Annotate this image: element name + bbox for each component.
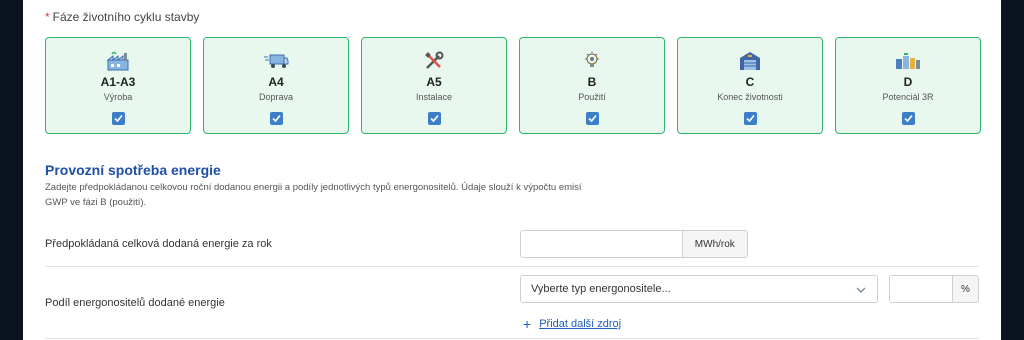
warehouse-icon	[739, 50, 761, 72]
share-percent-group: %	[889, 275, 979, 303]
phase-checkbox[interactable]	[269, 112, 283, 125]
phase-card-a5[interactable]: A5 Instalace	[361, 37, 507, 134]
phase-card-a4[interactable]: A4 Doprava	[203, 37, 349, 134]
phase-code: A1-A3	[100, 75, 136, 89]
phase-code: A4	[268, 75, 284, 89]
phase-code: D	[903, 75, 913, 89]
tools-icon	[424, 50, 444, 72]
check-icon	[745, 114, 755, 123]
carrier-select[interactable]: Vyberte typ energonositele...	[520, 275, 878, 303]
phase-code: A5	[426, 75, 442, 89]
share-percent-input[interactable]	[890, 276, 952, 302]
phase-name: Instalace	[415, 92, 453, 102]
phases-label-text: Fáze životního cyklu stavby	[52, 10, 200, 24]
carrier-share-label: Podíl energonositelů dodané energie	[45, 297, 225, 309]
row-divider	[45, 266, 979, 267]
lightbulb-icon	[583, 50, 601, 72]
phase-card-d[interactable]: D Potenciál 3R	[835, 37, 981, 134]
phase-checkbox[interactable]	[427, 112, 441, 125]
phase-cards: A1-A3 Výroba A4 Doprava A5 Instalace B P…	[45, 37, 981, 134]
truck-icon	[263, 50, 289, 72]
total-energy-group: MWh/rok	[520, 230, 748, 258]
phase-checkbox[interactable]	[901, 112, 915, 125]
phase-checkbox[interactable]	[111, 112, 125, 125]
add-source-label: Přidat další zdroj	[539, 318, 622, 330]
check-icon	[587, 114, 597, 123]
share-percent-unit: %	[952, 276, 978, 302]
required-mark: *	[45, 10, 50, 24]
factory-icon	[106, 50, 130, 72]
phase-card-c[interactable]: C Konec životnosti	[677, 37, 823, 134]
chevron-down-icon	[856, 287, 866, 293]
row-divider-bottom	[45, 338, 979, 339]
section-description: Zadejte předpokládanou celkovou roční do…	[45, 182, 582, 208]
phase-name: Potenciál 3R	[882, 92, 934, 102]
total-energy-label: Předpokládaná celková dodaná energie za …	[45, 238, 272, 250]
phase-card-a1-a3[interactable]: A1-A3 Výroba	[45, 37, 191, 134]
plus-icon: +	[523, 316, 532, 332]
phase-code: B	[587, 75, 597, 89]
check-icon	[271, 114, 281, 123]
total-energy-input[interactable]	[521, 231, 682, 257]
check-icon	[113, 114, 123, 123]
recycle-containers-icon	[895, 50, 921, 72]
phase-name: Doprava	[258, 92, 294, 102]
phases-label: * Fáze životního cyklu stavby	[45, 10, 199, 24]
phase-name: Použití	[578, 92, 606, 102]
phase-name: Výroba	[103, 92, 133, 102]
carrier-select-placeholder: Vyberte typ energonositele...	[531, 283, 671, 295]
add-source-link[interactable]: + Přidat další zdroj	[523, 316, 621, 332]
check-icon	[429, 114, 439, 123]
phase-code: C	[745, 75, 755, 89]
phase-checkbox[interactable]	[585, 112, 599, 125]
check-icon	[903, 114, 913, 123]
section-title: Provozní spotřeba energie	[45, 162, 221, 178]
phase-checkbox[interactable]	[743, 112, 757, 125]
phase-card-b[interactable]: B Použití	[519, 37, 665, 134]
total-energy-unit: MWh/rok	[681, 231, 747, 257]
phase-name: Konec životnosti	[717, 92, 783, 102]
form-panel: * Fáze životního cyklu stavby A1-A3 Výrob…	[23, 0, 1001, 340]
